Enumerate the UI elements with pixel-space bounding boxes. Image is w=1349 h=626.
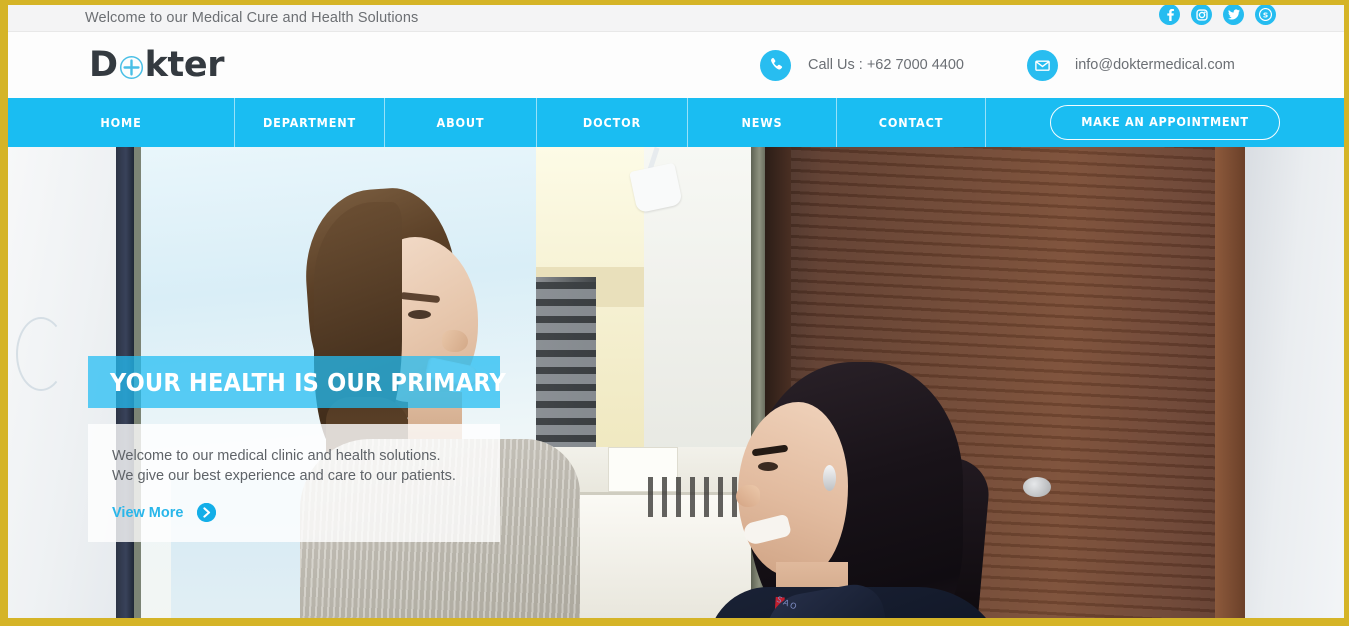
skype-icon[interactable]: S: [1255, 5, 1276, 25]
hero-photo-patient-eye: [408, 310, 431, 319]
header-contacts: Call Us : +62 7000 4400 info@doktermedic…: [760, 49, 1235, 81]
nav-item-contact[interactable]: CONTACT: [837, 98, 986, 147]
hero-photo-patient-nose: [442, 330, 468, 352]
email-text: info@doktermedical.com: [1074, 57, 1235, 73]
email-contact[interactable]: info@doktermedical.com: [1026, 49, 1235, 81]
hero-photo-bottles: [648, 477, 748, 517]
plus-circle-icon: [119, 55, 144, 80]
hero-photo-nurse-earring: [823, 465, 836, 491]
welcome-message: Welcome to our Medical Cure and Health S…: [85, 10, 419, 26]
arrow-right-circle-icon: [197, 503, 217, 522]
website-page: Welcome to our Medical Cure and Health S…: [0, 0, 1349, 626]
facebook-icon[interactable]: [1159, 5, 1180, 25]
twitter-icon[interactable]: [1223, 5, 1244, 25]
hero-caption-box: Welcome to our medical clinic and health…: [88, 424, 500, 542]
social-links: S: [1159, 5, 1276, 25]
phone-text: Call Us : +62 7000 4400: [808, 57, 964, 73]
hero-photo-nurse-nose: [736, 485, 760, 507]
hero-caption-line-2: We give our best experience and care to …: [112, 468, 456, 484]
site-header: D kter Call Us : +62 7000 4400 info@dokt…: [8, 32, 1344, 98]
logo-text-suffix: kter: [144, 44, 225, 85]
view-more-label: View More: [112, 504, 184, 521]
instagram-icon[interactable]: [1191, 5, 1212, 25]
site-logo[interactable]: D kter: [89, 44, 225, 85]
envelope-icon: [1026, 49, 1058, 81]
make-an-appointment-button[interactable]: MAKE AN APPOINTMENT: [1050, 104, 1280, 141]
hero-caption-line-1: Welcome to our medical clinic and health…: [112, 448, 441, 464]
nav-item-home[interactable]: HOME: [8, 98, 235, 147]
view-more-link[interactable]: View More: [112, 503, 500, 522]
hero-photo-nurse-eye: [758, 462, 778, 471]
hero-heading-banner: YOUR HEALTH IS OUR PRIMARY: [88, 356, 506, 408]
hero-heading-text: YOUR HEALTH IS OUR PRIMARY: [110, 367, 507, 397]
hero-photo-right-wall: [1245, 147, 1344, 618]
hero-slider[interactable]: SAO medalp medalp Caroline christiancoll…: [8, 147, 1344, 618]
main-navigation: HOME DEPARTMENT ABOUT DOCTOR NEWS CONTAC…: [8, 98, 1344, 147]
hero-photo-door-right-edge: [1215, 147, 1245, 618]
top-utility-bar: Welcome to our Medical Cure and Health S…: [8, 5, 1344, 32]
nav-item-department[interactable]: DEPARTMENT: [235, 98, 385, 147]
nav-item-news[interactable]: NEWS: [688, 98, 837, 147]
phone-icon: [760, 49, 791, 81]
hero-photo-nurse-hair-tie: [1023, 477, 1051, 497]
nav-item-doctor[interactable]: DOCTOR: [537, 98, 688, 147]
phone-contact[interactable]: Call Us : +62 7000 4400: [760, 49, 964, 81]
svg-text:S: S: [1263, 10, 1268, 19]
logo-text-prefix: D: [89, 44, 118, 85]
nav-cta-area: MAKE AN APPOINTMENT: [986, 98, 1344, 147]
nav-item-about[interactable]: ABOUT: [385, 98, 537, 147]
